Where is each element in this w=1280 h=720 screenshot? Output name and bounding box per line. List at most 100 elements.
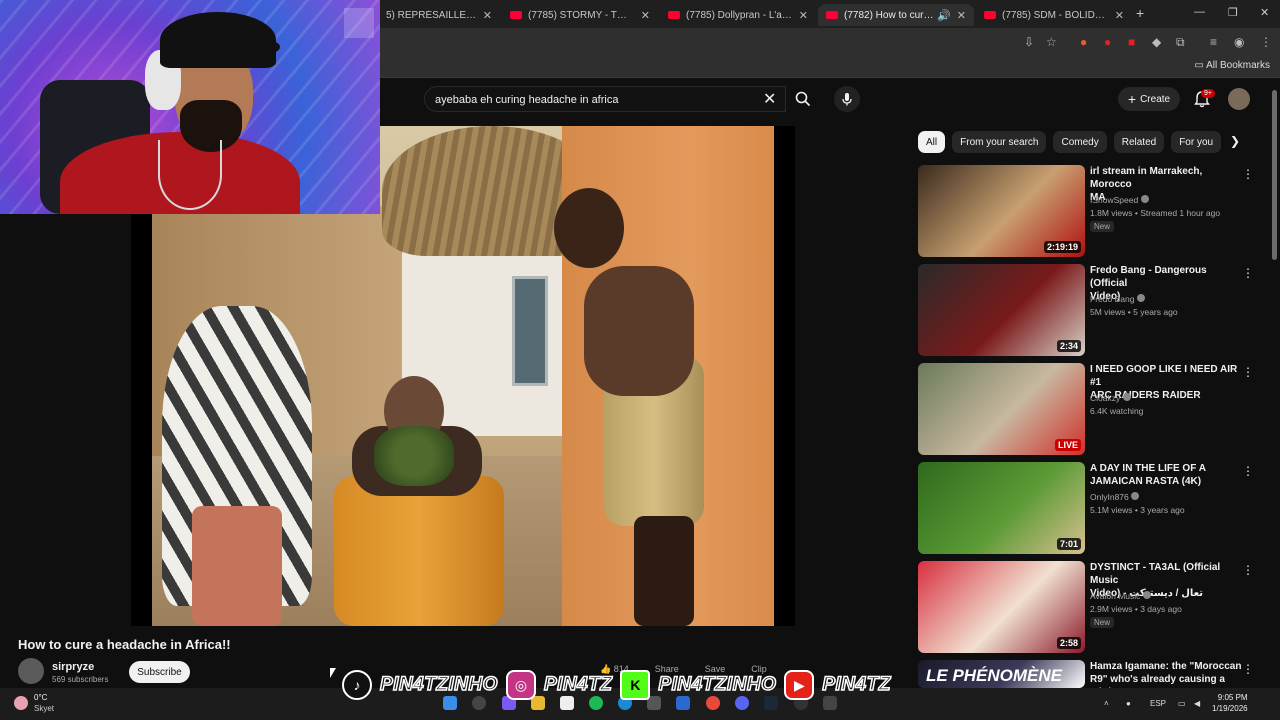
- subscriber-count: 569 subscribers: [52, 675, 109, 684]
- new-tab-icon[interactable]: +: [1136, 5, 1144, 21]
- search-input[interactable]: [435, 92, 755, 108]
- profile-icon[interactable]: ◉: [1234, 35, 1244, 49]
- extension-icon[interactable]: ●: [1104, 35, 1111, 49]
- recommendation-item[interactable]: 2:58 DYSTINCT - TA3AL (Official Music Vide…: [918, 561, 1258, 653]
- recommendation-channel[interactable]: Cloakzy: [1090, 393, 1131, 403]
- video-thumbnail[interactable]: 7:01: [918, 462, 1085, 554]
- weather-icon[interactable]: [14, 696, 28, 710]
- recommendation-channel[interactable]: IShowSpeed: [1090, 195, 1149, 205]
- microphone-icon[interactable]: ●: [1126, 699, 1131, 708]
- instagram-icon: ◎: [505, 670, 536, 700]
- youtube-handle: PIN4TZ: [822, 673, 891, 696]
- notification-badge: 9+: [1201, 89, 1215, 98]
- browser-tab[interactable]: 5) REPRÉSAILLES FEAT. @k ✕: [378, 4, 500, 26]
- video-thumbnail[interactable]: LIVE: [918, 363, 1085, 455]
- channel-name[interactable]: sirpryze: [52, 661, 94, 673]
- duration-badge: 2:34: [1056, 340, 1081, 352]
- verified-icon: [1140, 195, 1149, 203]
- more-options-icon[interactable]: ⋮: [1242, 167, 1254, 181]
- recommendation-channel[interactable]: Fredo Bang: [1090, 294, 1145, 304]
- more-options-icon[interactable]: ⋮: [1242, 266, 1254, 280]
- speaker-icon[interactable]: 🔊: [937, 9, 951, 22]
- puzzle-icon[interactable]: ⧉: [1176, 35, 1185, 50]
- chip-related[interactable]: Related: [1113, 131, 1165, 153]
- minimize-icon[interactable]: —: [1194, 6, 1205, 18]
- search-button[interactable]: [788, 86, 818, 112]
- tray-chevron-icon[interactable]: ˄: [1104, 699, 1109, 708]
- recommendation-channel[interactable]: Avalon Music: [1090, 591, 1151, 601]
- more-options-icon[interactable]: ⋮: [1242, 464, 1254, 478]
- close-icon[interactable]: ✕: [1115, 9, 1124, 22]
- video-thumbnail[interactable]: 2:58: [918, 561, 1085, 653]
- adblock-icon[interactable]: ■: [1128, 35, 1135, 49]
- media-icon[interactable]: ≡: [1210, 35, 1217, 49]
- youtube-favicon-icon: [826, 11, 838, 19]
- chip-all[interactable]: All: [918, 131, 946, 153]
- recommendation-channel[interactable]: OnlyIn876: [1090, 492, 1140, 502]
- video-thumbnail[interactable]: 2:19:19: [918, 165, 1085, 257]
- chevron-right-icon[interactable]: ❯: [1230, 134, 1240, 148]
- window-close-icon[interactable]: ✕: [1260, 6, 1269, 19]
- recommendation-item[interactable]: 7:01 A DAY IN THE LIFE OF A JAMAICAN RASTA…: [918, 462, 1258, 554]
- chip-comedy[interactable]: Comedy: [1053, 131, 1107, 153]
- youtube-icon: ▶: [784, 670, 815, 700]
- language-indicator[interactable]: ESP: [1150, 699, 1166, 708]
- recommendation-item[interactable]: LIVE I NEED GOOP LIKE I NEED AIR #1 ARC RA…: [918, 363, 1258, 455]
- scene-person: [192, 506, 282, 626]
- create-button[interactable]: + Create: [1118, 87, 1180, 111]
- recommendation-item[interactable]: 2:34 Fredo Bang - Dangerous (Official Vide…: [918, 264, 1258, 356]
- verified-icon: [1131, 492, 1140, 500]
- subscribe-button[interactable]: Subscribe: [129, 661, 190, 683]
- install-icon[interactable]: ⇩: [1024, 35, 1034, 49]
- account-avatar[interactable]: [1228, 88, 1250, 110]
- clock-time: 9:05 PM: [1217, 693, 1248, 702]
- recommendation-title[interactable]: A DAY IN THE LIFE OF A JAMAICAN RASTA (4K…: [1090, 462, 1242, 488]
- folder-icon: ▭: [1194, 60, 1207, 71]
- search-box[interactable]: [424, 86, 786, 112]
- chip-for-you[interactable]: For you: [1171, 131, 1222, 153]
- video-thumbnail[interactable]: LE PHÉNOMÈNE: [918, 660, 1085, 688]
- recommendation-item[interactable]: LE PHÉNOMÈNE Hamza Igamane: the "Moroccan…: [918, 660, 1258, 698]
- tab-title: (7782) How to cure a headac: [844, 9, 934, 21]
- all-bookmarks[interactable]: ▭ All Bookmarks: [1194, 60, 1270, 71]
- youtube-favicon-icon: [510, 11, 522, 19]
- cam-chain: [158, 140, 222, 210]
- cam-logo-icon: [344, 8, 374, 38]
- scene-window: [512, 276, 548, 386]
- close-icon[interactable]: ✕: [799, 9, 808, 22]
- volume-icon[interactable]: ◀: [1194, 699, 1200, 708]
- browser-tab[interactable]: (7785) STORMY - TWINS (Musi ✕: [502, 4, 658, 26]
- menu-dots-icon[interactable]: ⋮: [1260, 35, 1272, 49]
- channel-avatar[interactable]: [18, 658, 44, 684]
- more-options-icon[interactable]: ⋮: [1242, 662, 1254, 676]
- recommendation-meta: 5.1M views • 3 years ago: [1090, 505, 1185, 515]
- browser-tab[interactable]: (7785) SDM - BOLIDE ALLEMAI ✕: [976, 4, 1132, 26]
- extension-icon[interactable]: ◆: [1152, 35, 1161, 49]
- chip-from-your-search[interactable]: From your search: [952, 131, 1047, 153]
- video-thumbnail[interactable]: 2:34: [918, 264, 1085, 356]
- close-icon[interactable]: ✕: [483, 9, 492, 22]
- instagram-handle: PIN4TZ: [543, 673, 613, 696]
- duration-badge: 2:58: [1056, 637, 1081, 649]
- scene-person: [584, 266, 694, 396]
- weather-desc[interactable]: Skyet: [34, 704, 54, 713]
- clear-search-icon[interactable]: ✕: [763, 89, 776, 109]
- extension-icon[interactable]: ●: [1080, 35, 1087, 49]
- browser-tab-active[interactable]: (7782) How to cure a headac🔊 ✕: [818, 4, 974, 26]
- browser-tab[interactable]: (7785) Dollypran - L'allemagne ✕: [660, 4, 816, 26]
- clock[interactable]: 9:05 PM 1/19/2026: [1212, 692, 1248, 714]
- recommendation-item[interactable]: 2:19:19 irl stream in Marrakech, Morocco M…: [918, 165, 1258, 257]
- scrollbar-thumb[interactable]: [1272, 90, 1277, 260]
- restore-icon[interactable]: ❐: [1228, 6, 1238, 19]
- mouse-cursor-icon: [330, 668, 336, 678]
- recommendation-meta: 2.9M views • 3 days ago: [1090, 604, 1182, 614]
- weather-temp[interactable]: 0°C: [34, 693, 47, 702]
- scene-person: [334, 476, 504, 626]
- network-icon[interactable]: ▭: [1178, 699, 1186, 708]
- more-options-icon[interactable]: ⋮: [1242, 563, 1254, 577]
- close-icon[interactable]: ✕: [957, 9, 966, 22]
- more-options-icon[interactable]: ⋮: [1242, 365, 1254, 379]
- bookmark-star-icon[interactable]: ☆: [1046, 35, 1057, 49]
- close-icon[interactable]: ✕: [641, 9, 650, 22]
- voice-search-button[interactable]: [834, 86, 860, 112]
